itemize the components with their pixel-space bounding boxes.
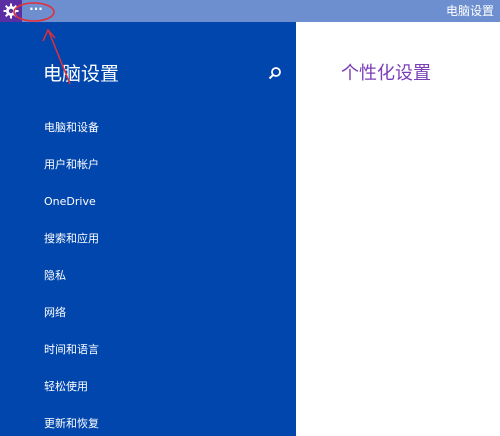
main-title: 个性化设置 bbox=[341, 63, 431, 84]
sidebar-title: 电脑设置 bbox=[43, 63, 120, 85]
sidebar: 电脑设置 电脑和设备 用户和帐户 OneDrive 搜索和应用 隐私 网络 时间… bbox=[0, 22, 296, 436]
search-icon[interactable] bbox=[268, 66, 282, 80]
window-title: 电脑设置 bbox=[445, 4, 494, 18]
sidebar-item-search-and-apps[interactable]: 搜索和应用 bbox=[44, 229, 274, 249]
sidebar-item-privacy[interactable]: 隐私 bbox=[44, 266, 274, 286]
sidebar-item-ease-of-access[interactable]: 轻松使用 bbox=[44, 377, 274, 397]
sidebar-item-network[interactable]: 网络 bbox=[44, 303, 274, 323]
sidebar-item-update-and-recovery[interactable]: 更新和恢复 bbox=[44, 414, 274, 434]
app-icon[interactable] bbox=[0, 0, 22, 22]
title-bar: ··· 电脑设置 bbox=[0, 0, 500, 22]
sidebar-item-onedrive[interactable]: OneDrive bbox=[44, 192, 274, 212]
watermark-text: Bai经验 bbox=[409, 397, 466, 415]
sidebar-item-pc-and-devices[interactable]: 电脑和设备 bbox=[44, 118, 274, 138]
more-options-button[interactable]: ··· bbox=[25, 2, 47, 20]
sidebar-item-time-and-language[interactable]: 时间和语言 bbox=[44, 340, 274, 360]
gear-icon bbox=[3, 3, 19, 19]
sidebar-item-accounts[interactable]: 用户和帐户 bbox=[44, 155, 274, 175]
